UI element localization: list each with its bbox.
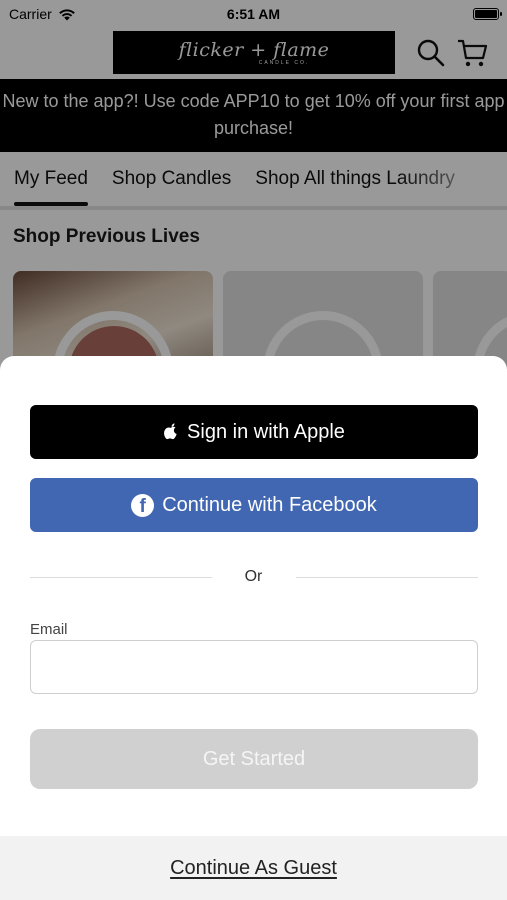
facebook-button-label: Continue with Facebook (162, 493, 377, 516)
continue-as-guest-link[interactable]: Continue As Guest (170, 857, 337, 880)
continue-with-facebook-button[interactable]: f Continue with Facebook (30, 478, 478, 532)
email-label: Email (30, 621, 68, 638)
sign-in-with-apple-button[interactable]: Sign in with Apple (30, 405, 478, 459)
sign-in-sheet: Sign in with Apple f Continue with Faceb… (0, 356, 507, 900)
guest-bar: Continue As Guest (0, 836, 507, 900)
get-started-button[interactable]: Get Started (30, 729, 478, 789)
apple-button-label: Sign in with Apple (187, 420, 345, 443)
get-started-label: Get Started (202, 747, 306, 770)
apple-icon (164, 422, 177, 439)
email-field[interactable] (30, 640, 478, 694)
divider-line-right (296, 577, 478, 578)
facebook-icon: f (131, 493, 155, 517)
